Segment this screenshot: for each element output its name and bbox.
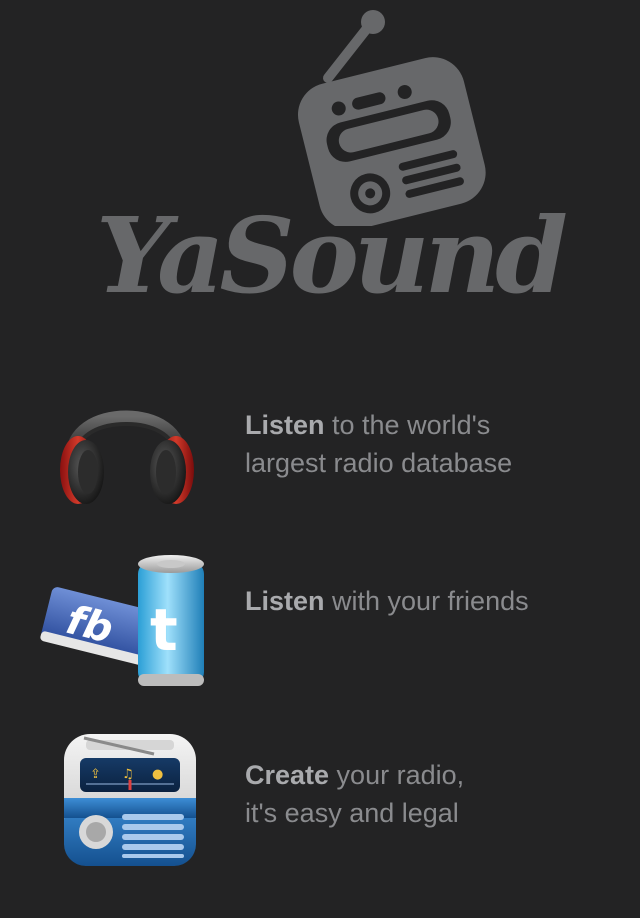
feature-listen-friends: fb t Listen with your friends [0,550,640,690]
feature-text: Listen to the world's largest radio data… [245,406,625,482]
feature-line2: largest radio database [245,448,513,478]
feature-text: Listen with your friends [245,582,625,620]
svg-text:t: t [150,596,178,664]
logo-wordmark: YaSound [96,194,568,317]
radio-app-icon: ⇪ ♫ ● [36,728,216,873]
feature-bold-word: Listen [245,410,325,440]
feature-create-radio: ⇪ ♫ ● Create your radio, it's easy and l… [0,728,640,873]
headphones-icon [36,372,216,512]
feature-listen-database: Listen to the world's largest radio data… [0,372,640,512]
svg-text:●: ● [152,767,163,782]
feature-line2: it's easy and legal [245,798,459,828]
social-facebook-twitter-icon: fb t [36,550,216,690]
yasound-logo: YaSound [96,6,568,336]
feature-line1-rest: with your friends [324,586,529,616]
feature-line1-rest: to the world's [324,410,491,440]
feature-line1-rest: your radio, [329,760,465,790]
feature-bold-word: Create [245,760,330,790]
radio-logo-icon [297,10,486,226]
feature-text: Create your radio, it's easy and legal [245,756,625,832]
feature-bold-word: Listen [245,586,325,616]
svg-text:♫: ♫ [122,767,134,782]
svg-text:⇪: ⇪ [90,767,101,782]
